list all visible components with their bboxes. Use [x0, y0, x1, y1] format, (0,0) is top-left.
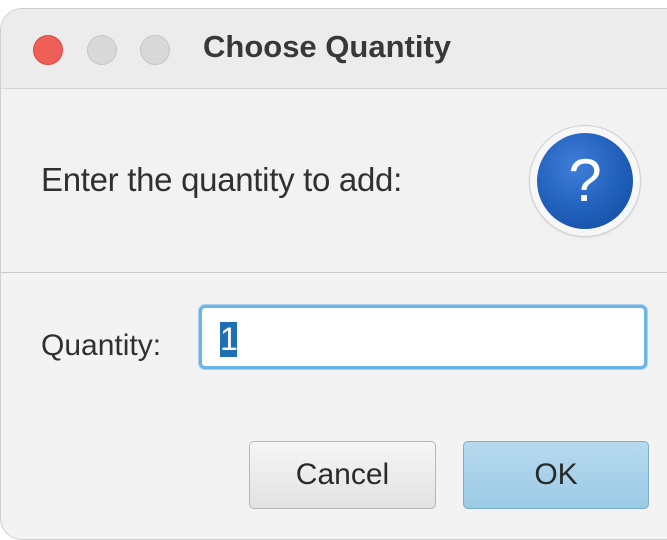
question-mark-glyph: ?	[537, 133, 633, 229]
cancel-button[interactable]: Cancel	[249, 441, 436, 509]
prompt-text: Enter the quantity to add:	[41, 161, 402, 198]
quantity-input[interactable]	[199, 305, 647, 369]
question-icon: ?	[529, 125, 641, 237]
zoom-button[interactable]	[140, 35, 170, 65]
minimize-button[interactable]	[87, 35, 117, 65]
dialog-window: Choose Quantity Enter the quantity to ad…	[0, 8, 667, 540]
quantity-label: Quantity:	[41, 329, 162, 362]
message-panel: Enter the quantity to add: ?	[1, 89, 667, 273]
ok-button[interactable]: OK	[463, 441, 649, 509]
dialog-title: Choose Quantity	[203, 29, 452, 64]
close-button[interactable]	[33, 35, 63, 65]
title-bar[interactable]: Choose Quantity	[1, 9, 667, 89]
